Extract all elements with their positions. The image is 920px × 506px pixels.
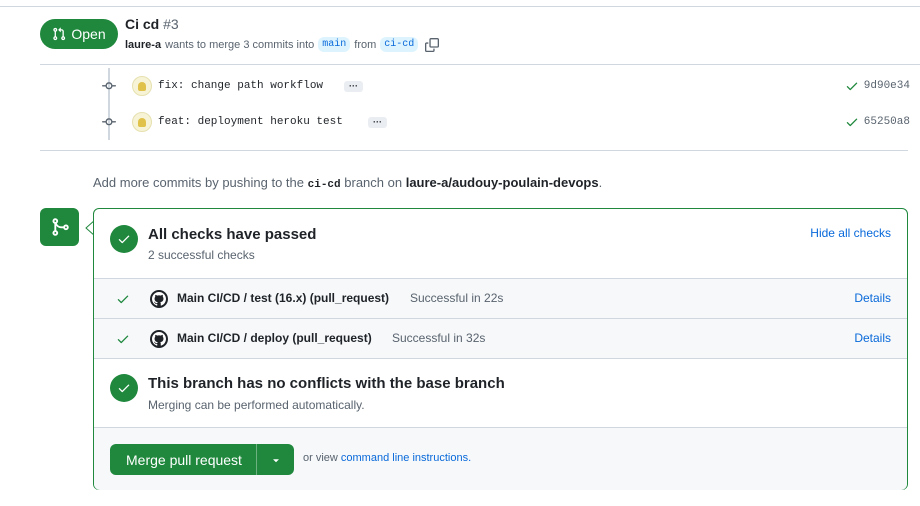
check-icon bbox=[117, 295, 129, 304]
github-icon bbox=[150, 290, 168, 308]
hide-checks-button[interactable]: Hide all checks bbox=[810, 226, 891, 240]
check-icon bbox=[118, 384, 130, 393]
commit-sha-link[interactable]: 65250a8 bbox=[864, 116, 910, 128]
commit-message[interactable]: fix: change path workflow bbox=[158, 80, 323, 92]
triangle-down-icon bbox=[272, 458, 279, 462]
avatar[interactable] bbox=[132, 76, 152, 96]
trophy-icon bbox=[138, 81, 146, 91]
avatar[interactable] bbox=[132, 112, 152, 132]
check-status: Successful in 22s bbox=[410, 291, 504, 305]
github-icon bbox=[150, 330, 168, 348]
checks-title: All checks have passed bbox=[148, 226, 317, 243]
check-icon bbox=[118, 235, 130, 244]
repo-link[interactable]: laure-a/audouy-poulain-devops bbox=[406, 175, 599, 190]
trophy-icon bbox=[138, 117, 146, 127]
check-icon[interactable] bbox=[845, 115, 859, 129]
pr-title-text[interactable]: Ci cd bbox=[125, 16, 159, 32]
merge-box: All checks have passed 2 successful chec… bbox=[93, 208, 908, 490]
commit-message[interactable]: feat: deployment heroku test bbox=[158, 116, 343, 128]
commit-row: feat: deployment heroku test ··· 65250a8 bbox=[100, 104, 910, 140]
commit-sha: 9d90e34 bbox=[845, 79, 910, 93]
check-row: Main CI/CD / deploy (pull_request) Succe… bbox=[94, 319, 907, 359]
merge-pull-request-button[interactable]: Merge pull request bbox=[110, 452, 256, 468]
pr-title: Ci cd #3 bbox=[125, 16, 179, 32]
pull-request-icon bbox=[53, 27, 66, 41]
copy-icon[interactable] bbox=[425, 37, 440, 52]
push-hint-branch: ci-cd bbox=[307, 179, 341, 191]
git-commit-icon bbox=[102, 82, 116, 90]
push-hint-middle: branch on bbox=[344, 175, 403, 190]
commit-row: fix: change path workflow ··· 9d90e34 bbox=[100, 68, 910, 104]
checks-subtitle: 2 successful checks bbox=[148, 248, 255, 262]
commit-sha-link[interactable]: 9d90e34 bbox=[864, 80, 910, 92]
git-merge-icon bbox=[52, 218, 69, 236]
pr-state-label: Open bbox=[71, 26, 106, 42]
push-hint: Add more commits by pushing to the ci-cd… bbox=[93, 175, 602, 191]
checks-passed-indicator bbox=[110, 225, 138, 253]
check-details-link[interactable]: Details bbox=[854, 291, 891, 305]
pr-number: #3 bbox=[163, 16, 179, 32]
conflicts-summary: This branch has no conflicts with the ba… bbox=[94, 359, 907, 428]
merge-actions: Merge pull request or view command line … bbox=[94, 428, 907, 490]
commit-list: fix: change path workflow ··· 9d90e34 fe… bbox=[100, 68, 910, 140]
conflicts-subtitle: Merging can be performed automatically. bbox=[148, 398, 365, 412]
push-hint-prefix: Add more commits by pushing to the bbox=[93, 175, 304, 190]
command-line-instructions-link[interactable]: command line instructions. bbox=[341, 452, 471, 464]
check-icon bbox=[117, 335, 129, 344]
checks-summary: All checks have passed 2 successful chec… bbox=[94, 209, 907, 279]
head-branch[interactable]: ci-cd bbox=[380, 37, 419, 52]
merge-status-icon bbox=[40, 208, 79, 246]
merge-button-group: Merge pull request bbox=[110, 444, 294, 475]
expand-commit-button[interactable]: ··· bbox=[368, 116, 387, 128]
git-commit-icon bbox=[102, 118, 116, 126]
check-row: Main CI/CD / test (16.x) (pull_request) … bbox=[94, 279, 907, 319]
check-icon[interactable] bbox=[845, 79, 859, 93]
commit-sha: 65250a8 bbox=[845, 115, 910, 129]
expand-commit-button[interactable]: ··· bbox=[344, 80, 363, 92]
pr-meta-text: wants to merge 3 commits into bbox=[165, 38, 315, 51]
no-conflicts-indicator bbox=[110, 374, 138, 402]
pr-header: Open Ci cd #3 laure-a wants to merge 3 c… bbox=[40, 14, 920, 64]
pr-meta: laure-a wants to merge 3 commits into ma… bbox=[125, 37, 440, 52]
conflicts-title: This branch has no conflicts with the ba… bbox=[148, 375, 505, 392]
pr-state-badge: Open bbox=[40, 19, 118, 49]
from-text: from bbox=[354, 38, 377, 51]
top-divider bbox=[0, 6, 920, 7]
base-branch[interactable]: main bbox=[318, 37, 351, 52]
cli-hint: or view command line instructions. bbox=[303, 452, 471, 464]
check-details-link[interactable]: Details bbox=[854, 331, 891, 345]
pr-author-link[interactable]: laure-a bbox=[125, 39, 161, 51]
merge-options-dropdown[interactable] bbox=[257, 454, 294, 466]
or-view-text: or view bbox=[303, 452, 338, 464]
timeline-divider bbox=[40, 150, 908, 151]
check-name: Main CI/CD / test (16.x) (pull_request) bbox=[177, 291, 390, 305]
header-divider bbox=[40, 64, 920, 65]
push-hint-suffix: . bbox=[598, 175, 603, 190]
check-status: Successful in 32s bbox=[392, 331, 486, 345]
check-name: Main CI/CD / deploy (pull_request) bbox=[177, 331, 372, 345]
